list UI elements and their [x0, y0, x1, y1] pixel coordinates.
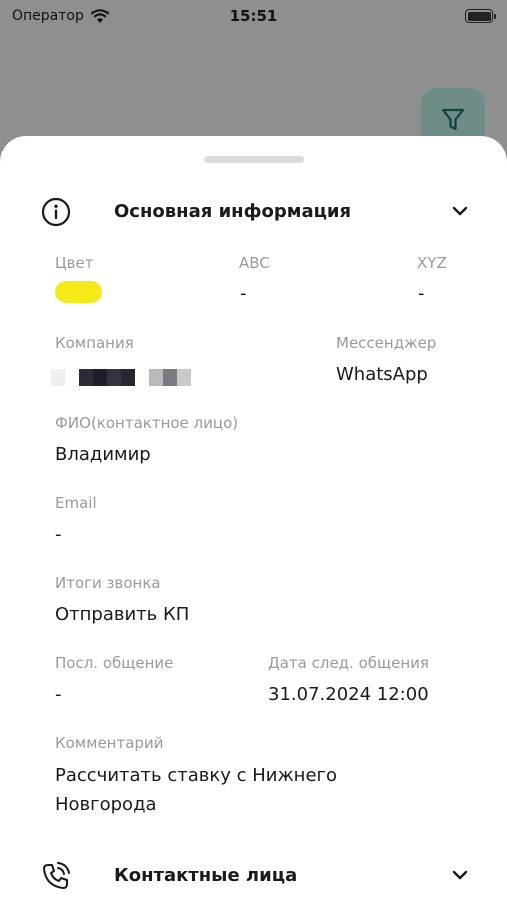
- wifi-icon: [90, 8, 110, 23]
- abc-label: ABC: [239, 254, 270, 272]
- next-contact-value: 31.07.2024 12:00: [268, 684, 429, 705]
- chevron-down-icon[interactable]: [452, 869, 468, 881]
- color-label: Цвет: [55, 254, 94, 272]
- status-time: 15:51: [229, 7, 278, 25]
- xyz-value: -: [418, 283, 425, 304]
- main-info-title: Основная информация: [114, 201, 352, 222]
- comment-label: Комментарий: [55, 734, 164, 752]
- messenger-label: Мессенджер: [336, 334, 437, 352]
- company-label: Компания: [55, 334, 134, 352]
- details-sheet: Основная информация Цвет ABC - XYZ - Ком…: [0, 136, 507, 900]
- battery-icon: [465, 9, 496, 23]
- main-info-header[interactable]: Основная информация: [0, 192, 507, 232]
- contact-person-value: Владимир: [55, 444, 151, 465]
- chevron-down-icon[interactable]: [452, 205, 468, 217]
- info-icon: [41, 197, 71, 227]
- email-label: Email: [55, 494, 97, 512]
- email-value: -: [55, 524, 62, 545]
- xyz-label: XYZ: [417, 254, 447, 272]
- last-contact-value: -: [55, 684, 62, 705]
- sheet-grabber[interactable]: [204, 156, 304, 163]
- phone-icon: [43, 862, 70, 889]
- last-contact-label: Посл. общение: [55, 654, 174, 672]
- abc-value: -: [240, 283, 247, 304]
- color-indicator: [55, 281, 102, 303]
- call-result-label: Итоги звонка: [55, 574, 161, 592]
- contact-person-label: ФИО(контактное лицо): [55, 414, 239, 432]
- messenger-value: WhatsApp: [336, 364, 428, 385]
- status-left: Оператор: [12, 8, 110, 24]
- filter-icon: [441, 108, 465, 131]
- status-bar: Оператор 15:51: [0, 0, 507, 32]
- contacts-header[interactable]: Контактные лица: [0, 856, 507, 896]
- company-value-redacted: [51, 369, 191, 386]
- comment-value-line2: Новгорода: [55, 794, 157, 815]
- next-contact-label: Дата след. общения: [268, 654, 429, 672]
- call-result-value: Отправить КП: [55, 604, 190, 625]
- carrier-label: Оператор: [12, 8, 84, 24]
- comment-value-line1: Рассчитать ставку с Нижнего: [55, 765, 337, 786]
- contacts-title: Контактные лица: [114, 865, 298, 886]
